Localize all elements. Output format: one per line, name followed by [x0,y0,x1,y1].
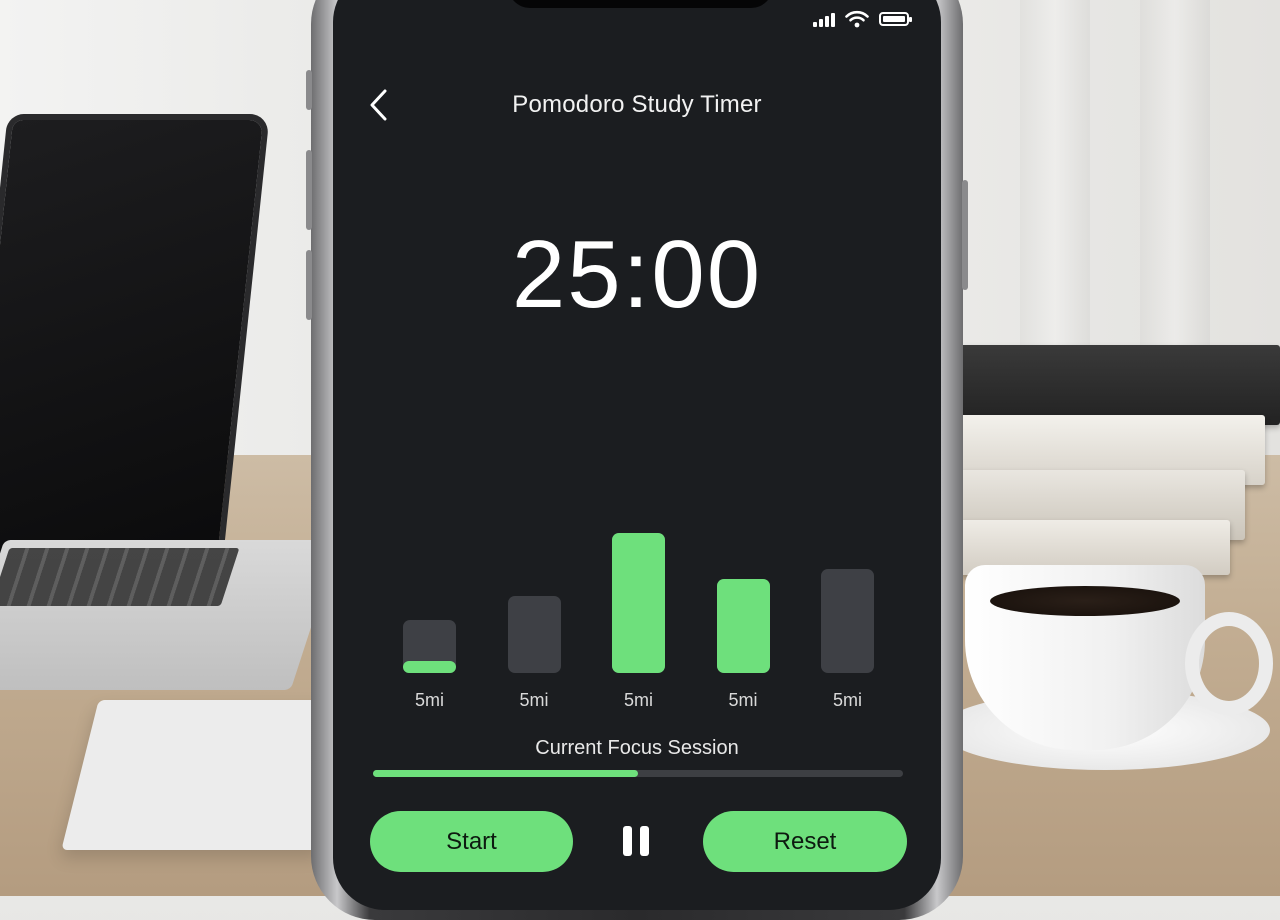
battery-icon [879,12,912,26]
session-bar [507,530,561,673]
phone-side-button [306,70,312,110]
page-title: Pomodoro Study Timer [512,91,762,118]
session-bar-track [821,569,874,673]
signal-icon [813,12,835,27]
session-progress-fill [373,770,638,777]
session-bar-fill [403,661,456,673]
session-bar-fill [716,579,770,673]
session-label: Current Focus Session [535,737,739,759]
session-bar [821,530,874,673]
session-bar-track [507,596,561,673]
phone-volume-down-button [306,250,312,320]
start-button[interactable]: Start [370,811,573,872]
session-bars [403,530,874,673]
session-bar-fill [612,533,665,673]
phone-notch [508,0,773,8]
reset-button[interactable]: Reset [703,811,907,872]
wifi-icon [845,10,869,28]
background-coffee [990,586,1180,616]
session-bar-label: 5mi [728,690,758,710]
session-bar-label: 5mi [623,690,653,710]
phone-volume-up-button [306,150,312,230]
session-bar [716,530,770,673]
background-book [960,345,1280,425]
session-progress-bar [373,770,903,777]
session-bar-label: 5mi [832,690,862,710]
phone-screen: Pomodoro Study Timer 25:00 5mi 5mi 5mi 5mi 5… [333,0,941,910]
background-laptop-keyboard [0,548,240,606]
pause-icon [623,826,632,856]
pause-icon [640,826,649,856]
session-bar [612,530,665,673]
background-laptop-screen [0,120,264,560]
timer-display: 25:00 [511,221,763,328]
session-bar-label: 5mi [519,690,549,710]
pause-button[interactable] [623,826,653,858]
session-bar-label: 5mi [414,690,444,710]
phone-power-button [962,180,968,290]
status-bar [813,10,912,28]
background-cup-handle [1185,612,1273,715]
session-bar [403,530,456,673]
